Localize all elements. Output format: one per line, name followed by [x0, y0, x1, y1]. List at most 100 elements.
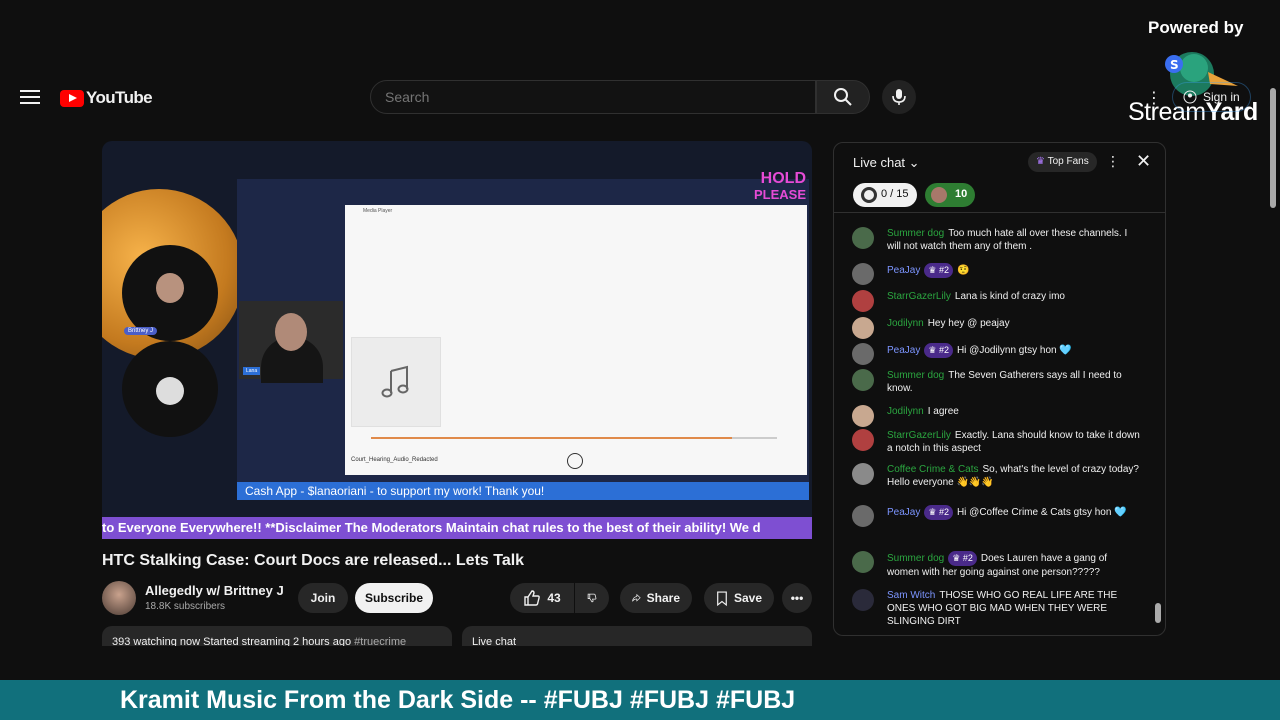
- video-player[interactable]: HOLD PLEASE Brittney J Lana Media Player …: [102, 141, 812, 539]
- chat-message-body: Summer dog Too much hate all over these c…: [887, 227, 1142, 253]
- description-box[interactable]: 393 watching now Started streaming 2 hou…: [102, 626, 452, 646]
- chat-author-avatar[interactable]: [852, 263, 874, 285]
- banner-text: Kramit Music From the Dark Side -- #FUBJ…: [120, 686, 796, 714]
- top-fans-button[interactable]: ♛ Top Fans: [1028, 152, 1097, 172]
- youtube-wordmark: YouTube: [86, 88, 153, 107]
- chat-author-avatar[interactable]: [852, 429, 874, 451]
- chat-author-name[interactable]: Summer dog: [887, 228, 944, 239]
- share-label: Share: [646, 591, 680, 605]
- chat-rank-label: #2: [938, 345, 949, 355]
- chat-message-body: Jodilynn Hey hey @ peajay: [887, 317, 1142, 330]
- crown-icon: ♛: [952, 553, 963, 563]
- chat-author-avatar[interactable]: [852, 317, 874, 339]
- live-chat-replay-box[interactable]: Live chat: [462, 626, 812, 646]
- subscribe-button[interactable]: Subscribe: [355, 583, 433, 613]
- guest-name-tag: Brittney J: [124, 327, 158, 335]
- media-player-title: Media Player: [363, 208, 393, 214]
- chat-author-name[interactable]: Sam Witch: [887, 590, 935, 601]
- chat-author-name[interactable]: Jodilynn: [887, 406, 924, 417]
- chat-author-name[interactable]: PeaJay: [887, 507, 920, 518]
- chat-author-name[interactable]: StarrGazerLily: [887, 291, 951, 302]
- chat-author-avatar[interactable]: [852, 505, 874, 527]
- chat-author-avatar[interactable]: [852, 589, 874, 611]
- settings-more-icon[interactable]: ⋮: [1146, 88, 1162, 108]
- hold-please-sign: HOLD PLEASE: [753, 170, 806, 203]
- crown-icon: ♛: [928, 345, 939, 355]
- chat-author-avatar[interactable]: [852, 551, 874, 573]
- chat-rank-badge: ♛ #2: [948, 551, 977, 566]
- chat-author-avatar[interactable]: [852, 343, 874, 365]
- close-icon[interactable]: ✕: [1136, 151, 1151, 172]
- sign-in-button[interactable]: Sign in: [1172, 82, 1251, 112]
- crown-icon: ♛: [928, 507, 939, 517]
- masthead: YouTube ⋮ Sign in: [0, 72, 1280, 124]
- search-icon: [834, 88, 852, 106]
- chat-mode-dropdown[interactable]: Live chat ⌄: [853, 155, 920, 171]
- chat-scrollbar[interactable]: [1154, 213, 1162, 635]
- media-progress-bar: [371, 437, 777, 439]
- goal-progress-chip[interactable]: 0 / 15: [853, 183, 917, 207]
- join-button[interactable]: Join: [298, 583, 348, 613]
- crown-icon: ♛: [928, 265, 939, 275]
- chat-message-text: 🤨: [956, 265, 970, 276]
- like-button[interactable]: 43: [510, 583, 574, 613]
- page-scrollbar[interactable]: [1270, 88, 1276, 208]
- chevron-down-icon: ⌄: [908, 155, 920, 170]
- chat-author-avatar[interactable]: [852, 290, 874, 312]
- chat-rank-label: #2: [962, 553, 973, 563]
- search-button[interactable]: [816, 80, 870, 114]
- youtube-logo[interactable]: YouTube: [60, 88, 153, 108]
- sign-in-label: Sign in: [1203, 90, 1240, 104]
- music-banner: Kramit Music From the Dark Side -- #FUBJ…: [0, 680, 1280, 720]
- channel-avatar[interactable]: [102, 581, 136, 615]
- chat-message-body: Summer dog ♛ #2 Does Lauren have a gang of…: [887, 551, 1142, 579]
- music-note-icon: [381, 365, 409, 398]
- dislike-icon: [587, 593, 597, 603]
- chat-author-avatar[interactable]: [852, 227, 874, 249]
- youtube-play-icon: [60, 89, 84, 107]
- chat-more-icon[interactable]: ⋮: [1106, 153, 1120, 170]
- user-icon: [1183, 90, 1197, 104]
- chat-author-name[interactable]: PeaJay: [887, 265, 920, 276]
- chat-author-name[interactable]: Summer dog: [887, 553, 944, 564]
- media-filename: Court_Hearing_Audio_Redacted: [351, 457, 438, 463]
- save-button[interactable]: Save: [704, 583, 774, 613]
- more-actions-button[interactable]: •••: [782, 583, 812, 613]
- chat-message-body: StarrGazerLily Lana is kind of crazy imo: [887, 290, 1142, 303]
- chat-author-name[interactable]: Coffee Crime & Cats: [887, 464, 979, 475]
- crown-icon: ♛: [1036, 156, 1045, 167]
- menu-icon[interactable]: [18, 86, 42, 110]
- chat-author-name[interactable]: Jodilynn: [887, 318, 924, 329]
- like-icon: [524, 590, 541, 606]
- chat-author-name[interactable]: Summer dog: [887, 370, 944, 381]
- chat-author-name[interactable]: PeaJay: [887, 345, 920, 356]
- chat-header: Live chat ⌄ ♛ Top Fans ⋮ ✕ 0 / 15 10: [834, 143, 1165, 213]
- chat-message-body: Jodilynn I agree: [887, 405, 1142, 418]
- chat-message-text: Hi @Coffee Crime & Cats gtsy hon 🩵: [956, 507, 1127, 518]
- chat-rank-badge: ♛ #2: [924, 343, 953, 358]
- search-box[interactable]: [370, 80, 816, 114]
- chat-author-avatar[interactable]: [852, 463, 874, 485]
- album-art: [351, 337, 441, 427]
- live-chat-panel: Live chat ⌄ ♛ Top Fans ⋮ ✕ 0 / 15 10 Sum…: [833, 142, 1166, 636]
- target-icon: [861, 187, 877, 203]
- media-player-window: Media Player Court_Hearing_Audio_Redacte…: [345, 205, 807, 475]
- search-input[interactable]: [371, 81, 815, 113]
- chat-author-avatar[interactable]: [852, 369, 874, 391]
- dislike-button[interactable]: [575, 583, 609, 613]
- share-icon: [632, 593, 641, 602]
- chat-message-body: PeaJay ♛ #2 Hi @Coffee Crime & Cats gtsy h…: [887, 505, 1142, 520]
- voice-search-button[interactable]: [882, 80, 916, 114]
- chat-rank-badge: ♛ #2: [924, 263, 953, 278]
- powered-by-label: Powered by: [1148, 18, 1244, 37]
- like-count: 43: [547, 591, 561, 605]
- member-count-chip[interactable]: 10: [925, 183, 976, 207]
- chat-author-avatar[interactable]: [852, 405, 874, 427]
- chat-message-text: Lana is kind of crazy imo: [954, 291, 1065, 302]
- share-button[interactable]: Share: [620, 583, 692, 613]
- chat-author-name[interactable]: StarrGazerLily: [887, 430, 951, 441]
- chat-message-body: PeaJay ♛ #2 Hi @Jodilynn gtsy hon 🩵: [887, 343, 1142, 358]
- channel-name[interactable]: Allegedly w/ Brittney J: [145, 583, 284, 598]
- save-icon: [717, 590, 727, 606]
- chat-message-text: Hi @Jodilynn gtsy hon 🩵: [956, 345, 1072, 356]
